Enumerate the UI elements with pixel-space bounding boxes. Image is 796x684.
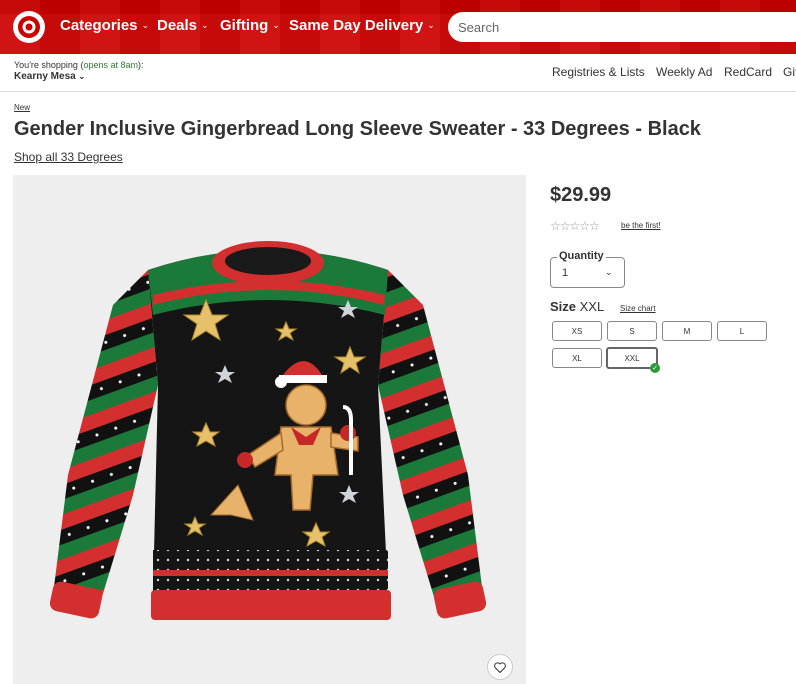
chevron-down-icon: ⌄: [605, 267, 613, 277]
size-option-m[interactable]: M: [662, 321, 712, 341]
nav-deals[interactable]: Deals ⌄: [157, 17, 209, 34]
write-review-link[interactable]: be the first!: [621, 221, 661, 230]
favorite-heart-button[interactable]: [487, 654, 513, 680]
chevron-down-icon: ⌄: [141, 20, 150, 30]
size-option-l[interactable]: L: [717, 321, 767, 341]
rating-stars: ☆☆☆☆☆: [550, 219, 600, 233]
size-option-xl[interactable]: XL: [552, 348, 602, 368]
shop-all-brand-link[interactable]: Shop all 33 Degrees: [14, 150, 123, 164]
size-label: Size XXL: [550, 299, 605, 314]
chevron-down-icon: ⌄: [201, 20, 209, 30]
link-weekly-ad[interactable]: Weekly Ad: [656, 65, 712, 79]
selected-check-icon: ✓: [650, 363, 660, 373]
search-input[interactable]: [458, 19, 758, 35]
store-status: You're shopping (opens at 8am):: [14, 60, 144, 70]
product-image[interactable]: [13, 175, 526, 684]
quantity-label: Quantity: [557, 250, 606, 262]
link-registries-lists[interactable]: Registries & Lists: [552, 65, 645, 79]
link-redcard[interactable]: RedCard: [724, 65, 772, 79]
quantity-value: 1: [562, 267, 569, 279]
sweater-illustration: [49, 241, 487, 620]
link-gift-cards[interactable]: Gift: [783, 65, 796, 79]
product-price: $29.99: [550, 184, 612, 206]
target-logo[interactable]: [12, 10, 46, 44]
new-badge: New: [14, 103, 31, 112]
selected-size: XXL: [579, 299, 605, 314]
top-navigation-bar: Categories ⌄ Deals ⌄ Gifting ⌄ Same Day Del…: [0, 0, 796, 54]
size-chart-link[interactable]: Size chart: [620, 304, 656, 313]
product-title: Gender Inclusive Gingerbread Long Sleeve…: [14, 118, 701, 140]
nav-gifting[interactable]: Gifting ⌄: [220, 17, 280, 34]
size-option-xs[interactable]: XS: [552, 321, 602, 341]
store-selector[interactable]: Kearny Mesa ⌄: [14, 71, 85, 82]
chevron-down-icon: ⌄: [427, 20, 435, 30]
nav-same-day-delivery[interactable]: Same Day Delivery ⌄: [289, 17, 435, 34]
chevron-down-icon: ⌄: [78, 72, 86, 81]
nav-categories[interactable]: Categories ⌄: [60, 17, 149, 34]
search-bar[interactable]: [448, 12, 796, 42]
heart-icon: [494, 661, 506, 673]
chevron-down-icon: ⌄: [272, 20, 280, 30]
size-option-s[interactable]: S: [607, 321, 657, 341]
